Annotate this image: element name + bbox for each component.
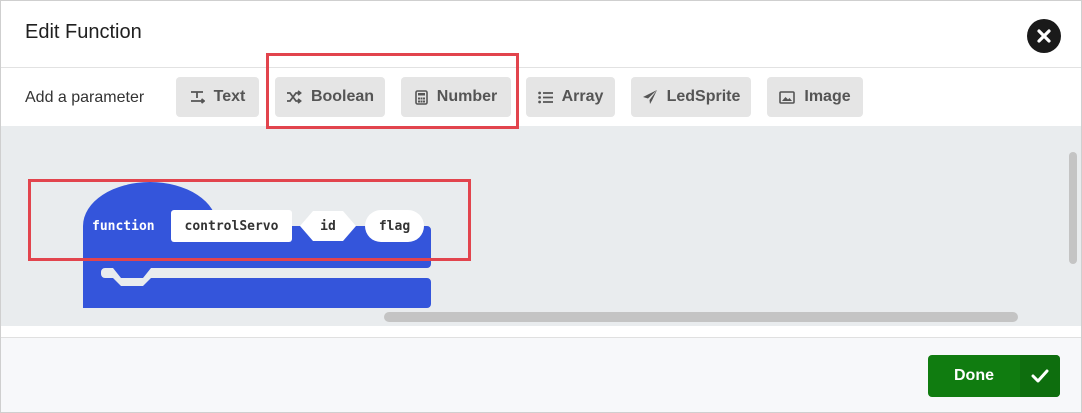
text-button-label: Text [213, 88, 246, 105]
blocks-workspace[interactable] [1, 126, 1081, 326]
done-label: Done [954, 367, 994, 384]
array-button-label: Array [561, 88, 604, 105]
parameter-toolbar: Add a parameter Text Boolean Number Arra… [1, 67, 1081, 127]
parameter-id[interactable]: id [299, 210, 357, 242]
dialog-title: Edit Function [25, 21, 142, 43]
parameter-flag[interactable]: flag [365, 210, 424, 242]
horizontal-scrollbar[interactable] [384, 312, 1018, 322]
add-ledsprite-parameter-button[interactable]: LedSprite [631, 77, 751, 117]
calculator-icon [414, 89, 428, 105]
list-icon [537, 91, 553, 103]
shuffle-icon [286, 90, 302, 104]
edit-function-dialog: Edit Function Add a parameter Text Boole… [0, 0, 1082, 413]
function-keyword: function [92, 219, 155, 234]
add-text-parameter-button[interactable]: Text [176, 77, 259, 117]
number-button-label: Number [436, 88, 498, 105]
function-name-field[interactable]: controlServo [171, 210, 292, 242]
done-button[interactable]: Done [928, 355, 1060, 397]
add-number-parameter-button[interactable]: Number [401, 77, 511, 117]
image-button-label: Image [804, 88, 851, 105]
dialog-footer: Done [1, 337, 1081, 412]
boolean-button-label: Boolean [310, 88, 375, 105]
close-circle-icon [1037, 29, 1051, 43]
add-image-parameter-button[interactable]: Image [767, 77, 863, 117]
ledsprite-button-label: LedSprite [666, 88, 741, 105]
add-parameter-label: Add a parameter [25, 89, 145, 106]
checkmark-icon [1020, 355, 1060, 397]
close-button[interactable] [1027, 19, 1061, 53]
function-definition-block[interactable] [83, 182, 433, 308]
dialog-header: Edit Function [1, 1, 1081, 67]
add-boolean-parameter-button[interactable]: Boolean [275, 77, 385, 117]
parameter-id-label: id [320, 218, 336, 234]
text-icon [190, 91, 205, 104]
add-array-parameter-button[interactable]: Array [526, 77, 615, 117]
image-icon [779, 90, 796, 104]
paper-plane-icon [642, 90, 657, 104]
vertical-scrollbar[interactable] [1069, 152, 1077, 264]
